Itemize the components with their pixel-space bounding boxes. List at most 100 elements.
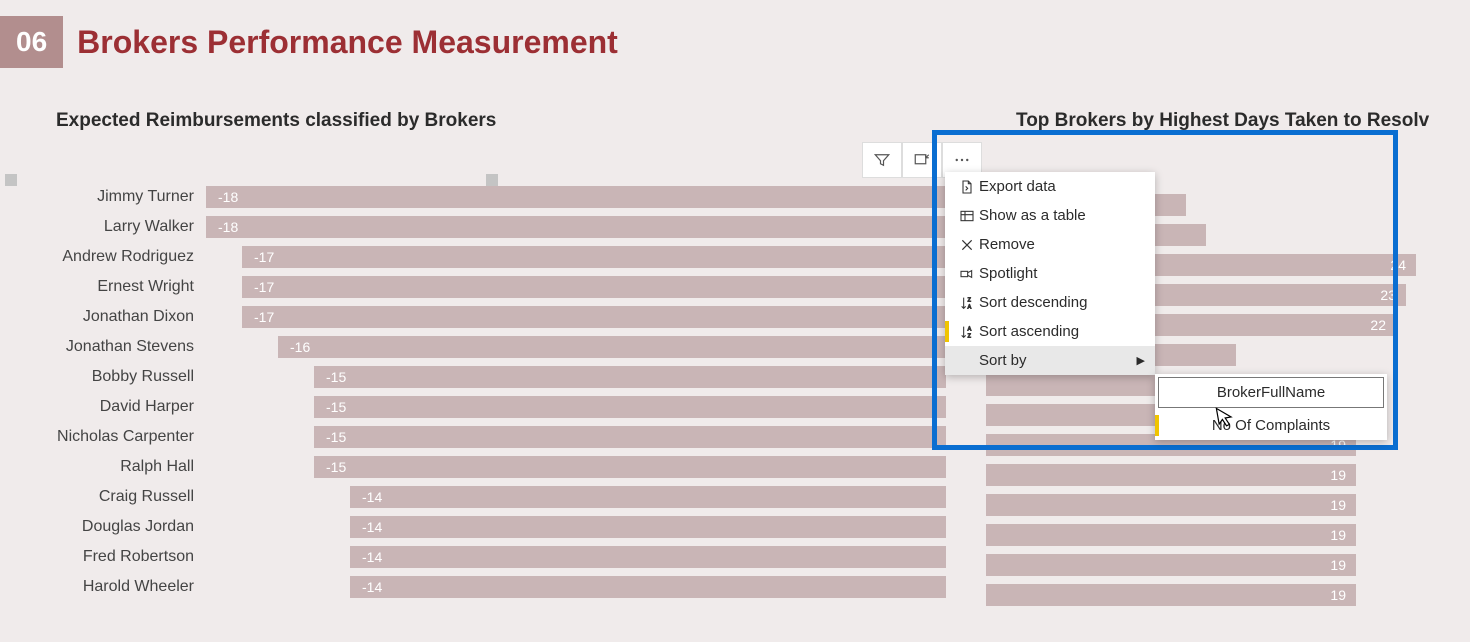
- bar-track: -14: [206, 486, 976, 508]
- bar-track: -18: [206, 186, 976, 208]
- bar-row[interactable]: David Harper -15: [56, 394, 976, 420]
- bar-row[interactable]: Nicholas Carpenter -15: [56, 424, 976, 450]
- bar-fill: -18: [206, 186, 946, 208]
- filter-icon: [873, 151, 891, 169]
- menu-item-label: Sort ascending: [979, 323, 1079, 340]
- bar-fill: -15: [314, 366, 946, 388]
- menu-item-label: Sort descending: [979, 294, 1087, 311]
- menu-item-remove[interactable]: Remove: [945, 230, 1155, 259]
- bar-track: -16: [206, 336, 976, 358]
- bar-category-label: Fred Robertson: [56, 548, 206, 566]
- submenu-item-brokerfullname[interactable]: BrokerFullName: [1158, 377, 1384, 408]
- svg-text:A: A: [968, 326, 972, 332]
- bar-fill: -17: [242, 246, 946, 268]
- bar-category-label: Bobby Russell: [56, 368, 206, 386]
- bar-category-label: Douglas Jordan: [56, 518, 206, 536]
- bar-row[interactable]: Andrew Rodriguez -17: [56, 244, 976, 270]
- bar-category-label: Craig Russell: [56, 488, 206, 506]
- bar-row[interactable]: 19: [986, 584, 1356, 606]
- bar-row[interactable]: 19: [986, 554, 1356, 576]
- bar-track: -17: [206, 246, 976, 268]
- bar-row[interactable]: 19: [986, 494, 1356, 516]
- bar-category-label: Nicholas Carpenter: [56, 428, 206, 446]
- bar-fill: -18: [206, 216, 946, 238]
- bar-track: -18: [206, 216, 976, 238]
- bar-track: -14: [206, 576, 976, 598]
- left-bars-container: Jimmy Turner-18Larry Walker-18Andrew Rod…: [56, 184, 976, 600]
- menu-item-sort-descending[interactable]: ZA Sort descending: [945, 288, 1155, 317]
- bar-row[interactable]: 19: [986, 524, 1356, 546]
- filter-button[interactable]: [862, 142, 902, 178]
- table-icon: [955, 208, 979, 224]
- bar-row[interactable]: Larry Walker-18: [56, 214, 976, 240]
- bar-fill: -15: [314, 426, 946, 448]
- focus-icon: [913, 151, 931, 169]
- bar-row[interactable]: Harold Wheeler -14: [56, 574, 976, 600]
- menu-item-label: Sort by: [979, 352, 1027, 369]
- bar-row[interactable]: Douglas Jordan -14: [56, 514, 976, 540]
- right-chart-title: Top Brokers by Highest Days Taken to Res…: [1016, 110, 1429, 132]
- menu-item-show-as-table[interactable]: Show as a table: [945, 201, 1155, 230]
- menu-item-export-data[interactable]: Export data: [945, 172, 1155, 201]
- page-number-badge: 06: [0, 16, 63, 68]
- svg-text:Z: Z: [968, 333, 972, 339]
- menu-item-sort-by[interactable]: Sort by ▶: [945, 346, 1155, 375]
- bar-row[interactable]: Bobby Russell -15: [56, 364, 976, 390]
- bar-fill: -14: [350, 576, 946, 598]
- bar-fill: -14: [350, 486, 946, 508]
- bar-category-label: David Harper: [56, 398, 206, 416]
- bar-category-label: Larry Walker: [56, 218, 206, 236]
- bar-fill: -16: [278, 336, 946, 358]
- bar-row[interactable]: Craig Russell -14: [56, 484, 976, 510]
- focus-mode-button[interactable]: [902, 142, 942, 178]
- bar-category-label: Jonathan Dixon: [56, 308, 206, 326]
- spotlight-icon: [955, 266, 979, 282]
- remove-icon: [955, 237, 979, 253]
- selection-handle[interactable]: [5, 174, 17, 186]
- sort-desc-icon: ZA: [955, 295, 979, 311]
- bar-track: -14: [206, 546, 976, 568]
- left-chart-title: Expected Reimbursements classified by Br…: [56, 110, 976, 132]
- selection-handle[interactable]: [486, 174, 498, 186]
- menu-item-spotlight[interactable]: Spotlight: [945, 259, 1155, 288]
- menu-item-sort-ascending[interactable]: AZ Sort ascending: [945, 317, 1155, 346]
- bar-track: -17: [206, 276, 976, 298]
- bar-row[interactable]: Jonathan Dixon -17: [56, 304, 976, 330]
- bar-row[interactable]: Jonathan Stevens -16: [56, 334, 976, 360]
- menu-item-label: Spotlight: [979, 265, 1037, 282]
- bar-row[interactable]: Ernest Wright -17: [56, 274, 976, 300]
- sort-asc-icon: AZ: [955, 324, 979, 340]
- bar-category-label: Andrew Rodriguez: [56, 248, 206, 266]
- bar-category-label: Jonathan Stevens: [56, 338, 206, 356]
- bar-row[interactable]: Fred Robertson -14: [56, 544, 976, 570]
- bar-fill: -17: [242, 276, 946, 298]
- bar-row[interactable]: 19: [986, 464, 1356, 486]
- sort-by-submenu: BrokerFullName No Of Complaints: [1155, 374, 1387, 440]
- bar-fill: -15: [314, 396, 946, 418]
- bar-row[interactable]: Jimmy Turner-18: [56, 184, 976, 210]
- bar-category-label: Jimmy Turner: [56, 188, 206, 206]
- submenu-item-no-of-complaints[interactable]: No Of Complaints: [1155, 411, 1387, 440]
- menu-item-label: Remove: [979, 236, 1035, 253]
- svg-text:Z: Z: [968, 297, 972, 303]
- bar-track: -15: [206, 396, 976, 418]
- bar-fill: -15: [314, 456, 946, 478]
- bar-fill: -17: [242, 306, 946, 328]
- context-menu: Export data Show as a table Remove Spotl…: [945, 172, 1155, 375]
- bar-track: -15: [206, 426, 976, 448]
- left-chart-panel[interactable]: Expected Reimbursements classified by Br…: [56, 110, 976, 604]
- svg-text:A: A: [968, 304, 972, 310]
- bar-category-label: Ralph Hall: [56, 458, 206, 476]
- bar-fill: -14: [350, 516, 946, 538]
- bar-category-label: Ernest Wright: [56, 278, 206, 296]
- bar-track: -15: [206, 366, 976, 388]
- bar-track: -14: [206, 516, 976, 538]
- ellipsis-icon: [953, 151, 971, 169]
- bar-category-label: Harold Wheeler: [56, 578, 206, 596]
- bar-track: -17: [206, 306, 976, 328]
- export-icon: [955, 179, 979, 195]
- page-title: Brokers Performance Measurement: [77, 24, 618, 61]
- bar-row[interactable]: Ralph Hall -15: [56, 454, 976, 480]
- bar-track: -15: [206, 456, 976, 478]
- bar-fill: -14: [350, 546, 946, 568]
